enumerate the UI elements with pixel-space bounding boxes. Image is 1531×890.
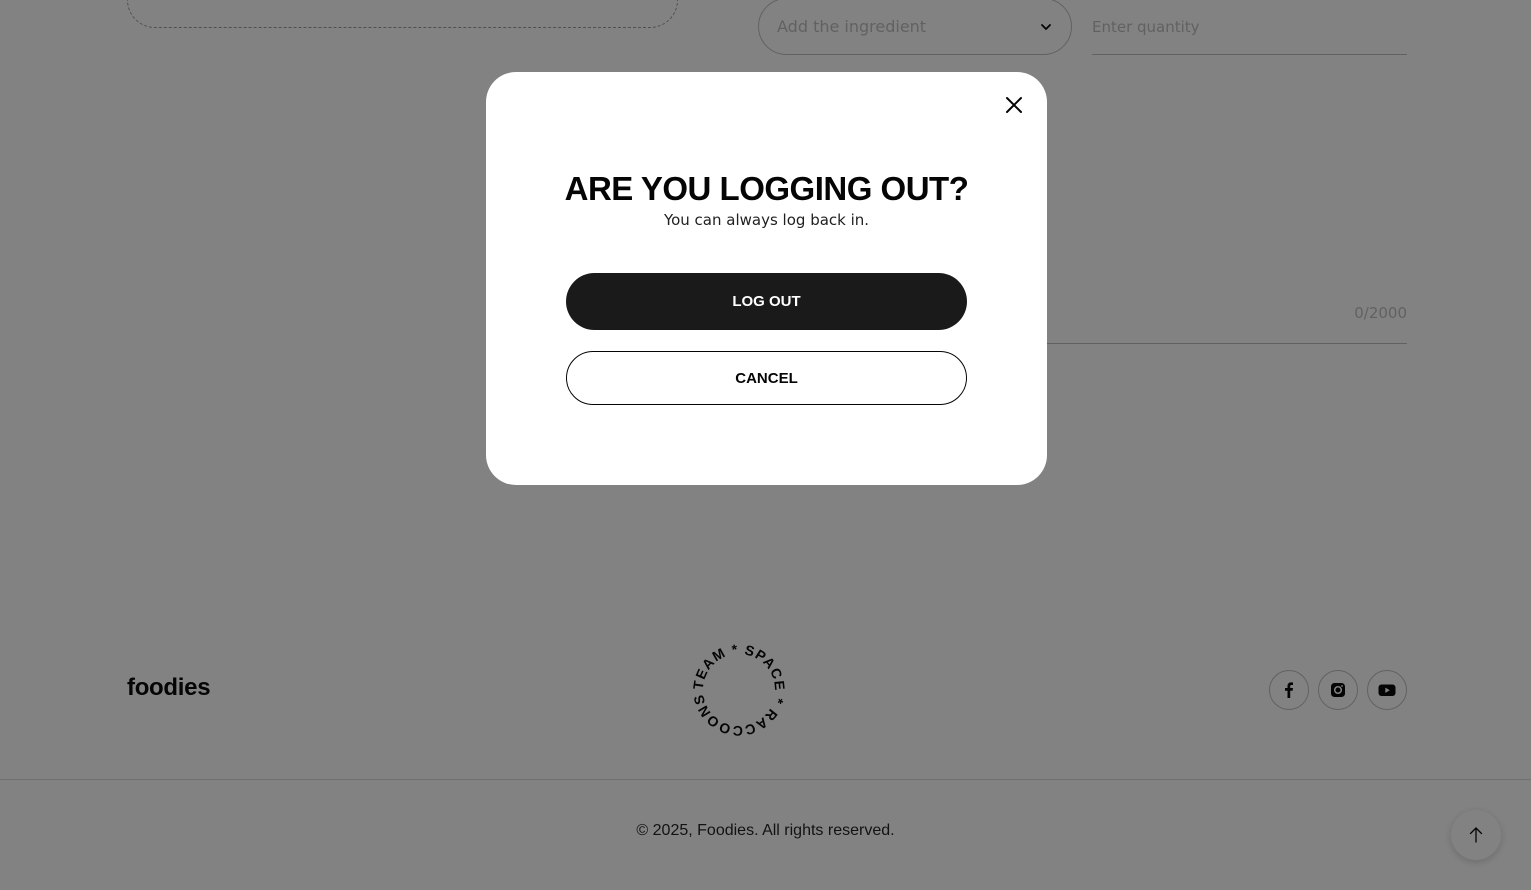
- modal-subtitle: You can always log back in.: [663, 211, 870, 229]
- cancel-button[interactable]: CANCEL: [566, 351, 967, 405]
- modal-title: ARE YOU LOGGING OUT?: [564, 170, 969, 207]
- logout-button[interactable]: LOG OUT: [566, 273, 967, 330]
- page: Add the ingredient Enter quantity 0/2000…: [0, 0, 1531, 890]
- close-icon: [1006, 97, 1022, 113]
- close-button[interactable]: [999, 90, 1029, 120]
- logout-modal: ARE YOU LOGGING OUT? You can always log …: [486, 72, 1047, 485]
